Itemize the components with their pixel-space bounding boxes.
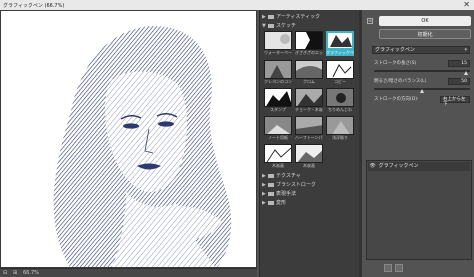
category-artistic[interactable]: ▶ アーティスティック (262, 13, 360, 20)
effect-layers-panel: 👁 グラフィックペン (366, 160, 472, 260)
param-stroke-length: ストロークの長さ(S) 15 (374, 60, 470, 76)
param-value-input[interactable]: 50 (448, 78, 470, 85)
param-label: 明るさ/暗さのバランス(L) (374, 79, 427, 84)
category-texture[interactable]: ▶ テクスチャ (262, 172, 360, 179)
filter-thumb-note-paper[interactable]: ノート用紙 (264, 116, 292, 142)
category-stylize[interactable]: ▶ 表現手法 (262, 190, 360, 197)
thumb-label: 木炭画 (272, 163, 284, 168)
gallery-scrollbar[interactable] (359, 10, 362, 277)
preview-image (1, 11, 256, 267)
thumb-image (295, 60, 323, 79)
folder-icon (268, 23, 274, 28)
param-stroke-direction: ストロークの方向(D): 右上から左下 (374, 96, 470, 112)
filter-gallery: ▶アーティスティック ▼スケッチ ウォーターペーパー ぎざぎざのエッジ グラフィ… (259, 10, 362, 277)
status-bar: ⊟ ⊞ 66.7% (0, 268, 257, 277)
filter-thumb-bas-relief[interactable]: 浅浮彫り (326, 116, 354, 142)
thumb-label: グラフィックペン (326, 50, 354, 56)
thumb-label: 浅浮彫り (332, 135, 348, 140)
thumb-label: ハーフトーンパターン (295, 135, 323, 140)
thumb-image (295, 144, 323, 163)
zoom-out-button[interactable]: ⊟ (3, 270, 7, 276)
folder-icon (268, 182, 274, 187)
category-label: テクスチャ (276, 173, 301, 179)
category-sketch[interactable]: ▼ スケッチ (262, 22, 360, 29)
filter-thumb-torn-edges[interactable]: ぎざぎざのエッジ (295, 31, 323, 57)
thumb-image (295, 31, 323, 50)
thumb-label: ノート用紙 (268, 135, 288, 140)
filter-thumb-charcoal-chalk[interactable]: チョーク・木炭画 (295, 88, 323, 114)
effect-layer-label: グラフィックペン (378, 163, 419, 169)
thumb-label: スタンプ (270, 107, 286, 112)
slider-knob[interactable] (464, 71, 469, 75)
filter-select-value: グラフィックペン (375, 47, 415, 53)
direction-select[interactable]: 右上から左下 (440, 96, 470, 107)
category-label: アーティスティック (276, 14, 321, 20)
layer-buttons (384, 264, 424, 272)
eye-icon[interactable]: 👁 (368, 162, 377, 171)
filter-thumb-stamp[interactable]: スタンプ (264, 88, 292, 114)
chevron-down-icon: ▾ (464, 47, 467, 53)
thumb-label: 木炭画 (303, 163, 315, 168)
thumb-label: ちりめんじわ (328, 107, 352, 112)
filter-thumb-photocopy[interactable]: コピー (326, 60, 354, 86)
thumb-image (326, 88, 354, 107)
thumb-label: ぎざぎざのエッジ (295, 50, 323, 55)
folder-icon (268, 14, 274, 19)
slider-knob[interactable] (420, 89, 424, 93)
thumb-image (264, 60, 292, 79)
ok-button[interactable]: OK (379, 16, 471, 26)
zoom-level[interactable]: 66.7% (23, 270, 39, 276)
param-label: ストロークの長さ(S) (374, 61, 417, 66)
thumb-image (295, 116, 323, 135)
title-bar: グラフィックペン (66.7%) ✕ (0, 0, 474, 10)
direction-select-value: 右上から左下 (443, 97, 466, 107)
category-label: スケッチ (276, 23, 297, 29)
thumb-image (264, 31, 292, 50)
new-effect-layer-icon[interactable] (384, 264, 392, 272)
effect-layer-row[interactable]: 👁 グラフィックペン (368, 162, 470, 171)
thumb-label: クロム (303, 79, 315, 84)
param-label: ストロークの方向(D): (374, 97, 419, 102)
window-title: グラフィックペン (66.7%) (3, 3, 65, 9)
thumb-image (264, 88, 292, 107)
filter-select[interactable]: グラフィックペン ▾ (372, 46, 470, 54)
filter-thumb-conte[interactable]: クレヨンのコンテ画 (264, 60, 292, 86)
param-light-dark-balance: 明るさ/暗さのバランス(L) 50 (374, 78, 470, 94)
collapse-gallery-button[interactable]: ≪ (367, 18, 373, 24)
thumb-label: コピー (334, 79, 346, 84)
filter-preview[interactable] (0, 10, 257, 268)
thumb-image (326, 31, 354, 50)
category-distort[interactable]: ▶ 変形 (262, 199, 360, 206)
slider-track[interactable] (374, 70, 470, 72)
folder-icon (268, 191, 274, 196)
category-label: 表現手法 (276, 191, 297, 197)
thumb-image (295, 88, 323, 107)
delete-effect-layer-icon[interactable] (395, 264, 403, 272)
filter-thumb-water-paper[interactable]: ウォーターペーパー (264, 31, 292, 57)
category-brush-strokes[interactable]: ▶ ブラシストローク (262, 181, 360, 188)
thumb-image (326, 60, 354, 79)
thumb-label: クレヨンのコンテ画 (264, 79, 292, 84)
reset-button[interactable]: 初期化 (379, 29, 471, 39)
thumb-image (264, 116, 292, 135)
filter-thumb-chrome[interactable]: クロム (295, 60, 323, 86)
filter-thumb-halftone[interactable]: ハーフトーンパターン (295, 116, 323, 142)
zoom-in-button[interactable]: ⊞ (13, 270, 17, 276)
filter-thumb-charcoal-2[interactable]: 木炭画 (295, 144, 323, 170)
folder-icon (268, 200, 274, 205)
thumb-image (326, 116, 354, 135)
category-label: ブラシストローク (276, 182, 316, 188)
category-label: 変形 (276, 200, 287, 206)
filter-thumb-charcoal[interactable]: 木炭画 (264, 144, 292, 170)
close-icon[interactable]: ✕ (463, 0, 470, 10)
thumb-label: ウォーターペーパー (264, 50, 292, 55)
thumb-label: チョーク・木炭画 (295, 107, 323, 112)
filter-thumb-reticulation[interactable]: ちりめんじわ (326, 88, 354, 114)
thumb-image (264, 144, 292, 163)
folder-icon (268, 173, 274, 178)
filter-thumb-graphic-pen[interactable]: グラフィックペン (326, 31, 354, 57)
param-value-input[interactable]: 15 (448, 60, 470, 67)
